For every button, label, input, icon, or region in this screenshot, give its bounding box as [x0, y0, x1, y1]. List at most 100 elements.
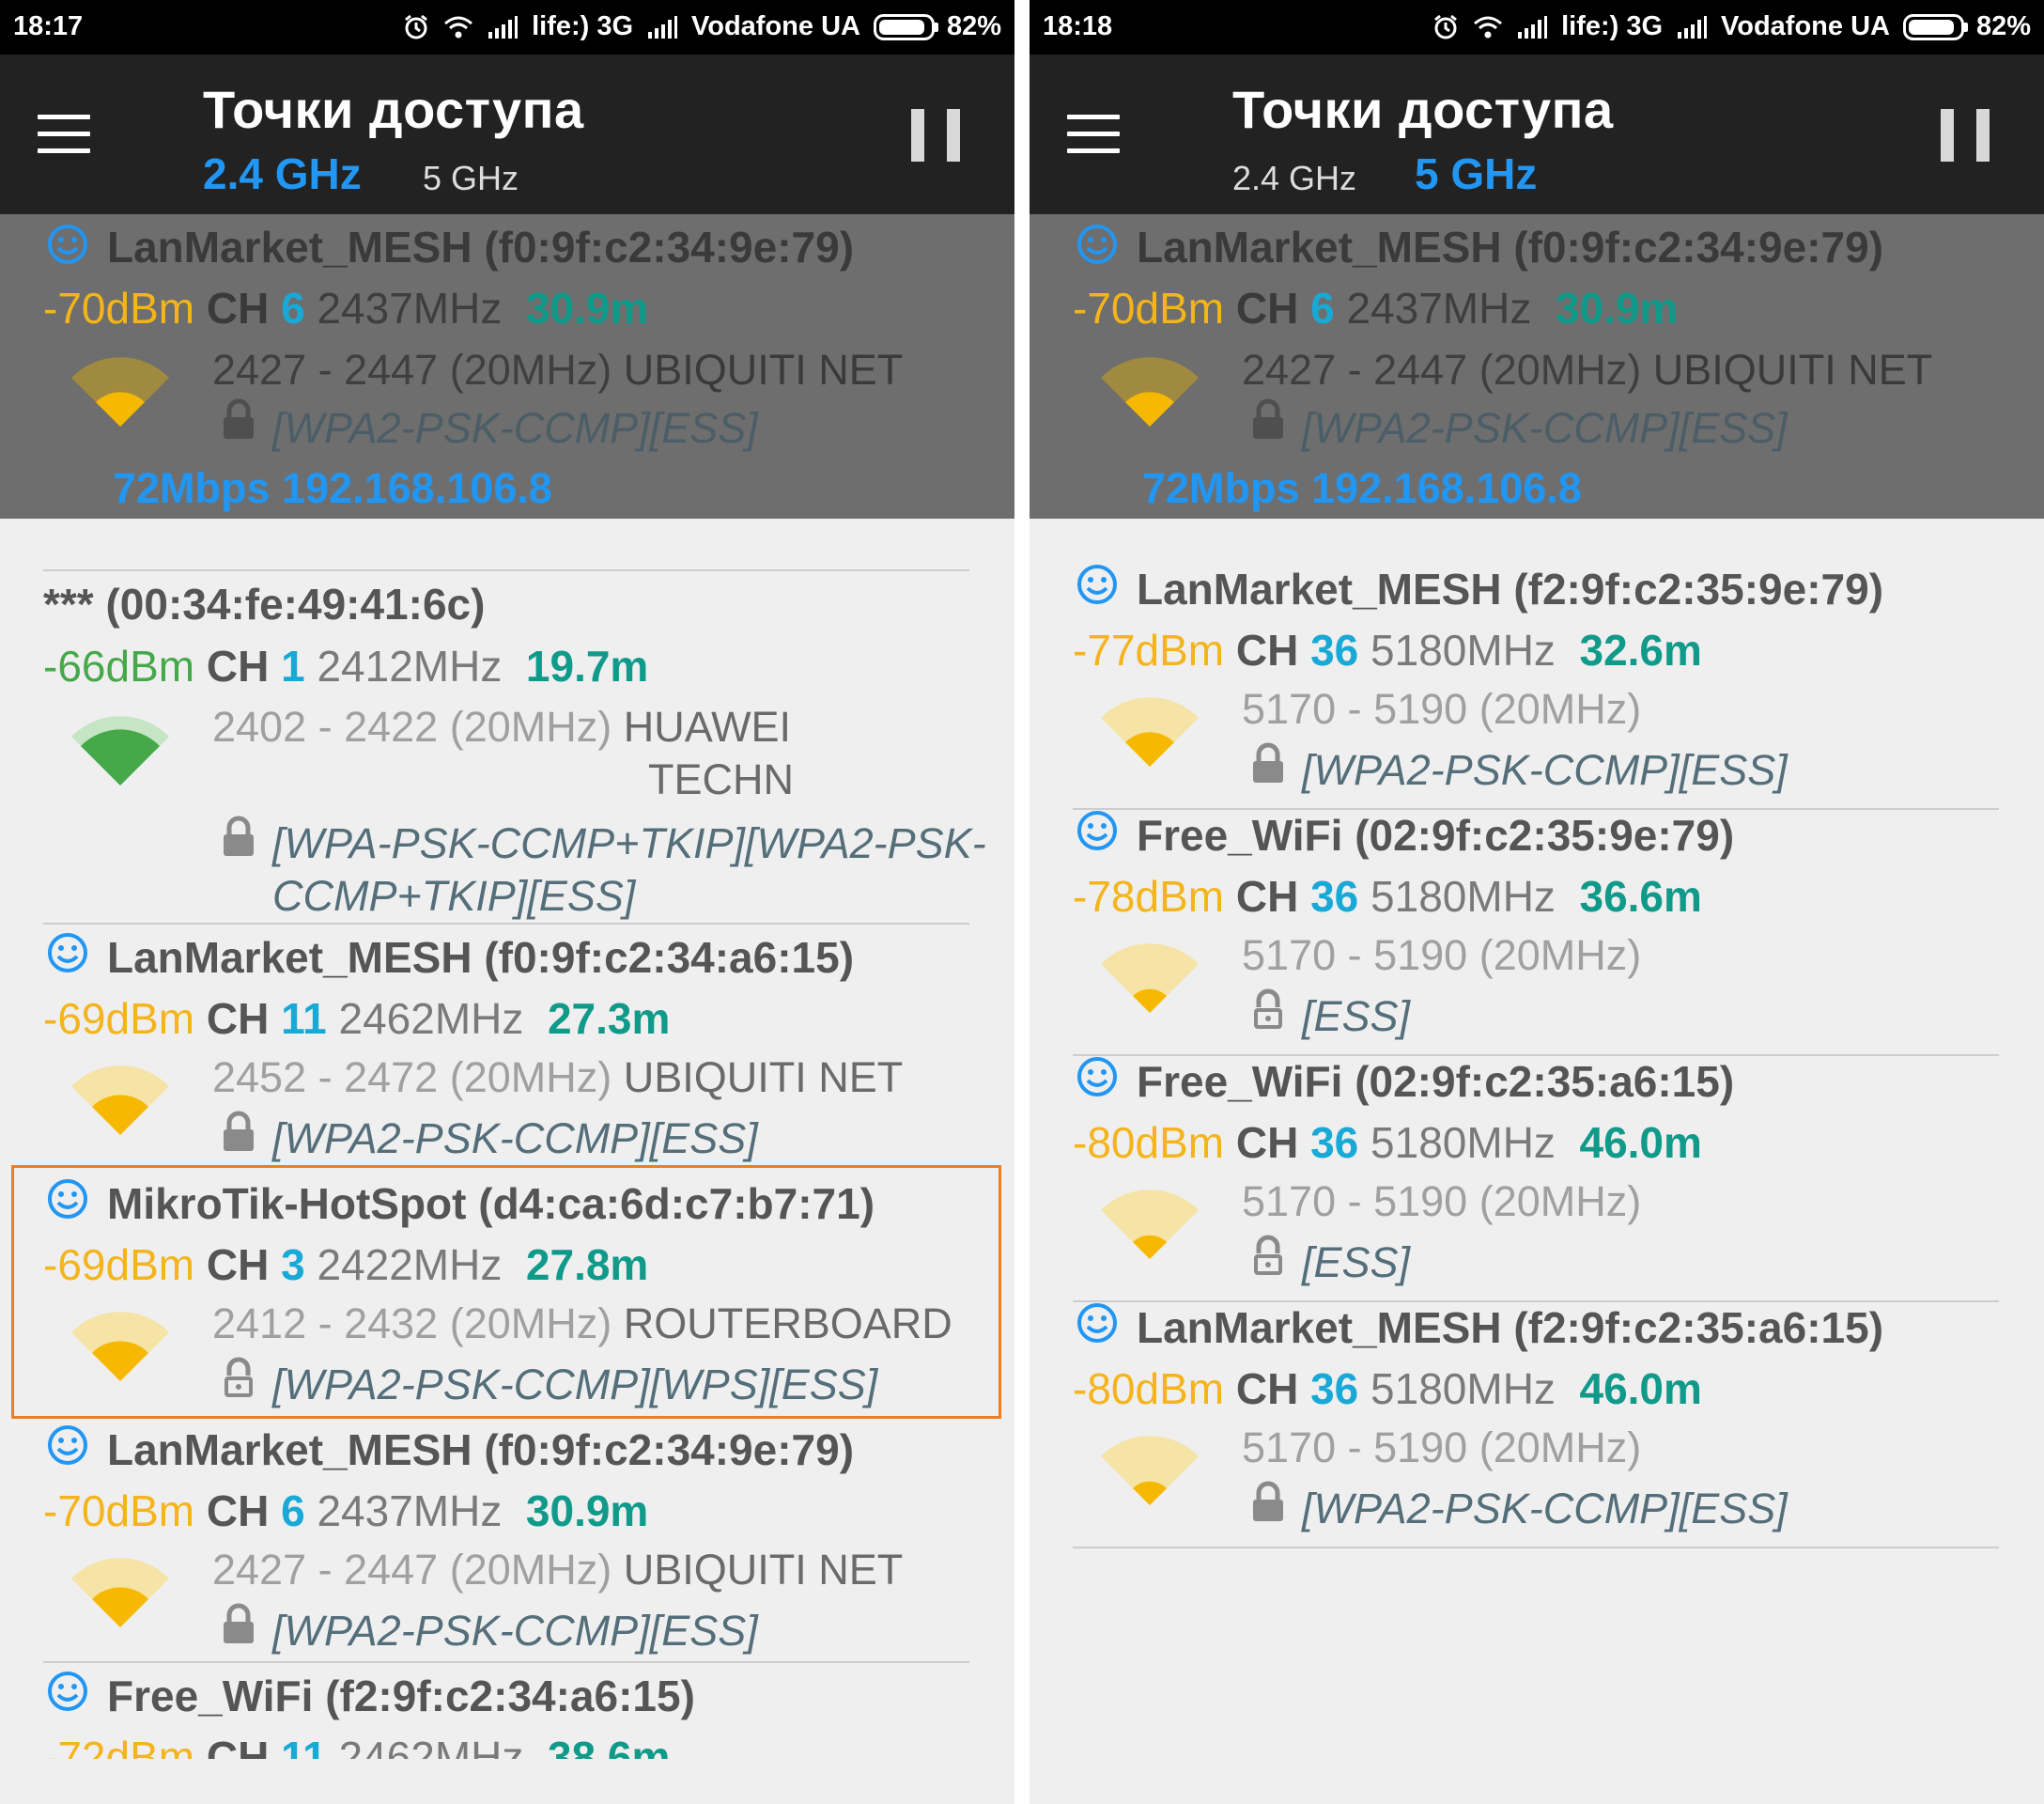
carrier-2: Vodafone UA [691, 11, 860, 41]
wifi-signal-icon [1101, 943, 1199, 1013]
frequency: 5180MHz [1370, 626, 1556, 675]
ap-stats: -70dBm CH 6 2437MHz 30.9m [43, 1485, 648, 1536]
smiley-icon [1077, 1057, 1117, 1096]
screen-2-4ghz: 18:17 life:) 3G Vodafone UA 82% Точки до… [0, 0, 1014, 1804]
list-item[interactable]: LanMarket_MESH (f2:9f:c2:35:a6:15) -80dB… [1073, 1300, 1999, 1535]
pause-button[interactable] [1941, 109, 1990, 162]
list-item[interactable]: *** (00:34:fe:49:41:6c) -66dBm CH 1 2412… [43, 577, 986, 921]
tab-2-4ghz[interactable]: 2.4 GHz [1232, 159, 1356, 198]
battery-percent: 82% [1975, 11, 2031, 41]
distance: 30.9m [525, 1486, 649, 1535]
channel-number: 6 [1310, 284, 1335, 333]
channel-range: 5170 - 5190 (20MHz) [1242, 685, 1642, 733]
channel-range: 2402 - 2422 (20MHz) [212, 703, 612, 751]
ap-info: 2427 - 2447 (20MHz) UBIQUITI NET [212, 346, 903, 395]
screen-5ghz: 18:18 life:) 3G Vodafone UA 82% Точки до… [1030, 0, 2044, 1804]
signal-dbm: -69dBm [43, 994, 195, 1043]
list-item[interactable]: LanMarket_MESH (f0:9f:c2:34:9e:79) -70dB… [43, 1423, 969, 1657]
tab-5ghz[interactable]: 5 GHz [1415, 148, 1537, 199]
security-type: [WPA2-PSK-CCMP][ESS] [272, 1114, 758, 1162]
connected-network[interactable]: LanMarket_MESH (f0:9f:c2:34:9e:79) -70dB… [0, 214, 1014, 519]
distance: 30.9m [1555, 284, 1679, 333]
security-type: [WPA2-PSK-CCMP][WPS][ESS] [272, 1361, 878, 1408]
status-icons: life:) 3G Vodafone UA 82% [402, 11, 1001, 42]
ap-name: LanMarket_MESH (f0:9f:c2:34:9e:79) [107, 1425, 855, 1474]
channel-number: 36 [1310, 872, 1359, 921]
frequency: 2422MHz [317, 1240, 503, 1289]
list-clip: Free_WiFi (f2:9f:c2:34:a6:15) -72dBm CH … [0, 1669, 1014, 1759]
status-icons: life:) 3G Vodafone UA 82% [1432, 11, 2031, 42]
menu-icon-bar [1067, 132, 1120, 136]
channel-number: 36 [1310, 626, 1359, 675]
vendor: UBIQUITI NET [623, 346, 904, 394]
ap-info: 2402 - 2422 (20MHz) HUAWEI [212, 703, 791, 752]
status-bar: 18:17 life:) 3G Vodafone UA 82% [0, 0, 1014, 54]
ap-name: MikroTik-HotSpot (d4:ca:6d:c7:b7:71) [107, 1179, 875, 1228]
wifi-signal-icon [71, 1312, 169, 1381]
frequency: 2462MHz [338, 1733, 524, 1759]
smiley-icon [48, 1672, 87, 1711]
ap-info: 2452 - 2472 (20MHz) UBIQUITI NET [212, 1053, 903, 1102]
channel-range: 2427 - 2447 (20MHz) [212, 1546, 612, 1594]
link-speed-ip: 72Mbps 192.168.106.8 [113, 464, 552, 512]
page-title: Точки доступа [1232, 80, 1614, 139]
wifi-signal-icon [71, 357, 169, 427]
channel-label: CH [1235, 872, 1299, 921]
channel-number: 6 [281, 284, 305, 333]
pause-button[interactable] [911, 109, 960, 162]
menu-icon-bar [38, 148, 90, 153]
distance: 36.6m [1579, 872, 1702, 921]
channel-label: CH [1235, 1364, 1299, 1413]
list-item[interactable]: Free_WiFi (02:9f:c2:35:a6:15) -80dBm CH … [1073, 1054, 1999, 1289]
wifi-signal-icon [71, 1065, 169, 1135]
smiley-icon [1077, 565, 1117, 604]
lock-icon [224, 1111, 254, 1151]
list-item[interactable]: LanMarket_MESH (f2:9f:c2:35:9e:79) -77dB… [1073, 562, 1999, 797]
list-item-highlighted[interactable]: MikroTik-HotSpot (d4:ca:6d:c7:b7:71) -69… [43, 1176, 969, 1411]
ap-stats: -72dBm CH 11 2462MHz 38.6m [43, 1732, 670, 1759]
channel-label: CH [206, 1733, 270, 1759]
wifi-signal-icon [1101, 1190, 1199, 1259]
vendor: HUAWEI [623, 703, 792, 751]
signal-dbm: -77dBm [1073, 626, 1225, 675]
distance: 38.6m [547, 1733, 671, 1759]
security-type: [WPA2-PSK-CCMP][ESS] [1302, 746, 1788, 794]
distance: 30.9m [525, 284, 649, 333]
channel-range: 2427 - 2447 (20MHz) [212, 346, 612, 394]
distance: 46.0m [1579, 1118, 1702, 1167]
ap-stats: -78dBm CH 36 5180MHz 36.6m [1073, 871, 1702, 922]
ap-stats: -70dBm CH 6 2437MHz 30.9m [1073, 283, 1678, 334]
menu-icon [1067, 115, 1120, 119]
list-item[interactable]: Free_WiFi (02:9f:c2:35:9e:79) -78dBm CH … [1073, 808, 1999, 1043]
channel-number: 3 [281, 1240, 305, 1289]
smiley-icon [48, 1425, 87, 1465]
battery-icon [1902, 13, 1968, 40]
distance: 46.0m [1579, 1364, 1702, 1413]
security-type: [WPA2-PSK-CCMP][ESS] [1302, 1485, 1788, 1532]
alarm-icon [405, 14, 428, 39]
distance: 27.3m [547, 994, 671, 1043]
list-item[interactable]: LanMarket_MESH (f0:9f:c2:34:a6:15) -69dB… [43, 930, 969, 1165]
lock-icon [1253, 742, 1283, 783]
tab-5ghz[interactable]: 5 GHz [423, 159, 519, 198]
signal-dbm: -80dBm [1073, 1364, 1225, 1413]
menu-button[interactable] [38, 113, 94, 156]
signal-dbm: -70dBm [43, 1486, 195, 1535]
list-item[interactable]: Free_WiFi (f2:9f:c2:34:a6:15) -72dBm CH … [43, 1669, 969, 1759]
frequency: 5180MHz [1370, 1364, 1556, 1413]
channel-label: CH [1235, 626, 1299, 675]
connected-network[interactable]: LanMarket_MESH (f0:9f:c2:34:9e:79) -70dB… [1030, 214, 2044, 519]
link-speed-ip: 72Mbps 192.168.106.8 [1142, 464, 1582, 512]
frequency: 2437MHz [1346, 284, 1532, 333]
security-type: [WPA2-PSK-CCMP][ESS] [272, 404, 758, 452]
ap-name: LanMarket_MESH (f0:9f:c2:34:a6:15) [107, 933, 855, 982]
connected-ap: LanMarket_MESH (f0:9f:c2:34:9e:79) -70dB… [1073, 214, 1999, 519]
wifi-signal-icon [1101, 1436, 1199, 1505]
app-bar: Точки доступа 2.4 GHz 5 GHz [1030, 54, 2044, 214]
menu-button[interactable] [1067, 113, 1123, 156]
distance: 19.7m [525, 642, 649, 691]
security-type: [ESS] [1302, 1238, 1411, 1286]
ap-name: LanMarket_MESH (f0:9f:c2:34:9e:79) [107, 223, 855, 272]
vendor: UBIQUITI NET [623, 1053, 904, 1101]
tab-2-4ghz[interactable]: 2.4 GHz [203, 148, 362, 199]
